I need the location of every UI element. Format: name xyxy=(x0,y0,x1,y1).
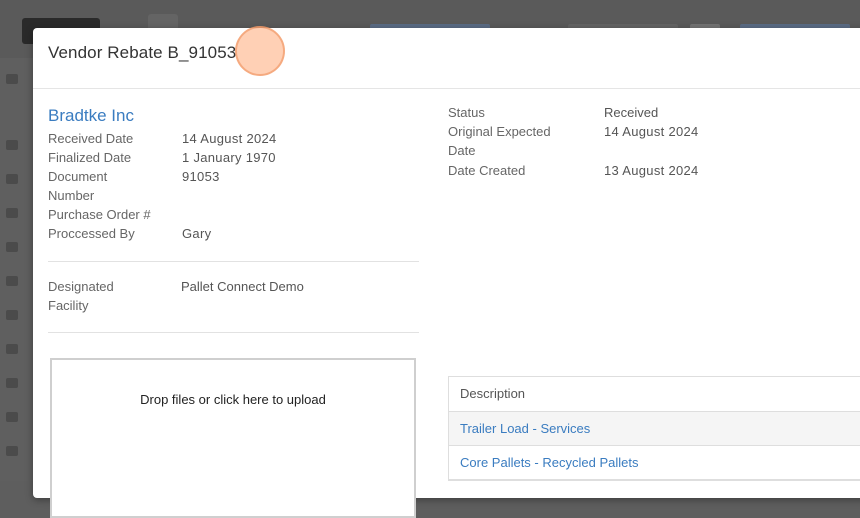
click-indicator xyxy=(235,26,285,76)
processed-by-label: Proccessed By xyxy=(48,226,135,241)
table-row-link[interactable]: Trailer Load - Services xyxy=(449,412,860,446)
background-sidebar-item xyxy=(6,242,18,252)
purchase-order-label: Purchase Order # xyxy=(48,207,151,222)
status-label: Status xyxy=(448,105,485,120)
background-sidebar-item xyxy=(6,174,18,184)
vendor-rebate-modal: Vendor Rebate B_91053 Bradtke Inc Receiv… xyxy=(33,26,860,518)
items-table: Description Trailer Load - Services Core… xyxy=(448,376,860,481)
received-date-value: 14 August 2024 xyxy=(182,131,277,146)
designated-facility-label: Designated Facility xyxy=(48,279,114,313)
background-sidebar-item xyxy=(6,310,18,320)
document-number-label: Document Number xyxy=(48,169,108,203)
document-number-value: 91053 xyxy=(182,169,220,184)
date-created-value: 13 August 2024 xyxy=(604,163,699,178)
vendor-name-link[interactable]: Bradtke Inc xyxy=(48,106,134,126)
background-sidebar-item xyxy=(6,208,18,218)
divider xyxy=(48,332,419,333)
designated-facility-value: Pallet Connect Demo xyxy=(181,279,304,294)
background-sidebar-item xyxy=(6,378,18,388)
processed-by-value: Gary xyxy=(182,226,212,241)
table-row-link[interactable]: Core Pallets - Recycled Pallets xyxy=(449,446,860,480)
file-upload-dropzone[interactable]: Drop files or click here to upload xyxy=(50,358,416,518)
modal-title: Vendor Rebate B_91053 xyxy=(48,43,237,62)
status-value: Received xyxy=(604,105,659,120)
divider xyxy=(48,261,419,262)
background-sidebar-item xyxy=(6,446,18,456)
original-expected-date-label: Original Expected Date xyxy=(448,124,551,158)
finalized-date-value: 1 January 1970 xyxy=(182,150,276,165)
upload-instructions: Drop files or click here to upload xyxy=(140,392,326,407)
background-sidebar xyxy=(0,58,34,481)
received-date-label: Received Date xyxy=(48,131,134,146)
original-expected-date-value: 14 August 2024 xyxy=(604,124,699,139)
modal-header: Vendor Rebate B_91053 xyxy=(33,26,860,89)
date-created-label: Date Created xyxy=(448,163,526,178)
background-sidebar-item xyxy=(6,344,18,354)
background-sidebar-item xyxy=(6,140,18,150)
background-sidebar-item xyxy=(6,276,18,286)
background-sidebar-item xyxy=(6,412,18,422)
table-header-description[interactable]: Description xyxy=(449,377,860,412)
background-sidebar-item xyxy=(6,74,18,84)
finalized-date-label: Finalized Date xyxy=(48,150,132,165)
